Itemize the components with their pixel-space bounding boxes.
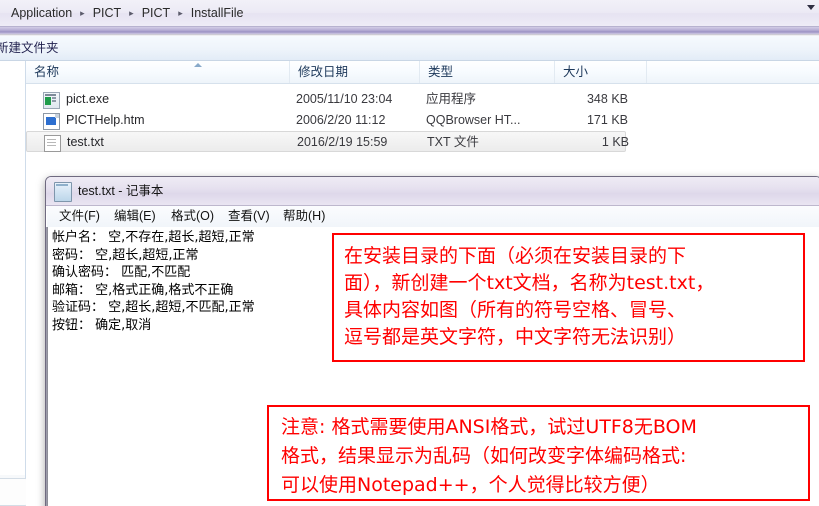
breadcrumb-separator-icon[interactable]: ▸ — [124, 4, 139, 22]
annotation-install-dir-text: 在安装目录的下面（必须在安装目录的下 面），新创建一个txt文档，名称为test… — [344, 245, 715, 348]
navigation-pane[interactable] — [0, 61, 26, 481]
menu-item-file[interactable]: 文件(F) — [59, 208, 100, 225]
column-header-name[interactable]: 名称 — [26, 61, 290, 83]
menu-item-view[interactable]: 查看(V) — [228, 208, 270, 225]
file-size: 1 KB — [601, 135, 629, 149]
chevron-down-icon[interactable] — [807, 5, 815, 10]
file-type: TXT 文件 — [427, 135, 479, 149]
column-header-filler — [647, 61, 819, 83]
file-name: pict.exe — [66, 92, 110, 106]
notepad-title-bar[interactable]: test.txt - 记事本 — [46, 177, 819, 206]
notepad-menu-bar: 文件(F) 编辑(E) 格式(O) 查看(V) 帮助(H) — [47, 206, 819, 228]
file-name: test.txt — [67, 135, 104, 149]
table-row[interactable]: pict.exe 2005/11/10 23:04 应用程序 348 KB — [26, 89, 819, 110]
breadcrumb-separator-icon[interactable]: ▸ — [173, 4, 188, 22]
file-rows: pict.exe 2005/11/10 23:04 应用程序 348 KB PI… — [26, 89, 819, 152]
notepad-title: test.txt - 记事本 — [78, 184, 164, 198]
breadcrumb: Application ▸ PICT ▸ PICT ▸ InstallFile — [8, 4, 247, 22]
breadcrumb-item-installfile[interactable]: InstallFile — [188, 4, 247, 22]
new-folder-button[interactable]: 新建文件夹 — [0, 40, 59, 56]
details-pane-tile — [0, 478, 28, 506]
notepad-icon — [54, 182, 72, 202]
text-document-icon — [44, 135, 61, 152]
file-date: 2006/2/20 11:12 — [296, 113, 386, 127]
window-accent-band — [0, 27, 819, 34]
screen: Application ▸ PICT ▸ PICT ▸ InstallFile … — [0, 0, 819, 506]
menu-item-edit[interactable]: 编辑(E) — [114, 208, 156, 225]
address-bar[interactable]: Application ▸ PICT ▸ PICT ▸ InstallFile — [0, 0, 819, 27]
file-size: 171 KB — [586, 113, 628, 127]
application-exe-icon — [43, 92, 60, 109]
table-row[interactable]: PICTHelp.htm 2006/2/20 11:12 QQBrowser H… — [26, 110, 819, 131]
annotation-encoding-note-text: 注意: 格式需要使用ANSI格式，试过UTF8无BOM 格式，结果显示为乱码（如… — [281, 416, 697, 496]
column-header-date[interactable]: 修改日期 — [290, 61, 420, 83]
annotation-install-dir: 在安装目录的下面（必须在安装目录的下 面），新创建一个txt文档，名称为test… — [332, 233, 805, 362]
file-date: 2005/11/10 23:04 — [296, 92, 393, 106]
breadcrumb-separator-icon[interactable]: ▸ — [75, 4, 90, 22]
column-header-type[interactable]: 类型 — [420, 61, 555, 83]
menu-item-help[interactable]: 帮助(H) — [283, 208, 325, 225]
file-type: QQBrowser HT... — [426, 113, 521, 127]
file-type: 应用程序 — [426, 92, 477, 106]
menu-item-format[interactable]: 格式(O) — [171, 208, 214, 225]
sort-ascending-icon — [194, 63, 202, 67]
annotation-encoding-note: 注意: 格式需要使用ANSI格式，试过UTF8无BOM 格式，结果显示为乱码（如… — [267, 405, 810, 501]
html-document-icon — [43, 113, 60, 130]
breadcrumb-item-pict-1[interactable]: PICT — [90, 4, 124, 22]
file-name: PICTHelp.htm — [66, 113, 145, 127]
breadcrumb-item-pict-2[interactable]: PICT — [139, 4, 173, 22]
table-row[interactable]: test.txt 2016/2/19 15:59 TXT 文件 1 KB — [26, 131, 629, 152]
file-date: 2016/2/19 15:59 — [297, 135, 388, 149]
command-bar: 新建文件夹 — [0, 36, 819, 61]
column-header-row: 名称 修改日期 类型 大小 — [26, 61, 819, 84]
column-header-size[interactable]: 大小 — [555, 61, 647, 83]
breadcrumb-item-application[interactable]: Application — [8, 4, 75, 22]
file-size: 348 KB — [586, 92, 628, 106]
